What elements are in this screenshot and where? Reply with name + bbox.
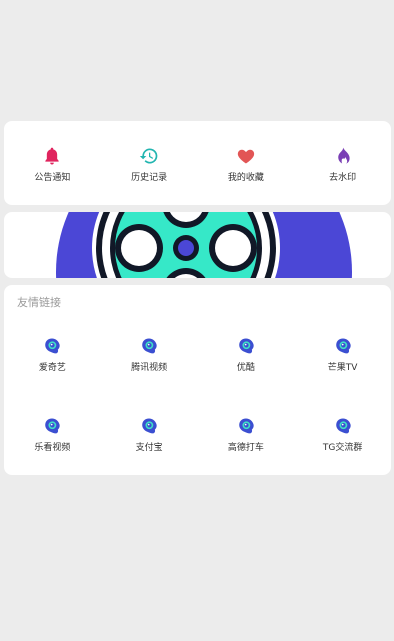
link-tencent-video[interactable]: 腾讯视频 (101, 337, 198, 373)
flame-icon (337, 147, 350, 164)
quick-actions-card: 公告通知 历史记录 我的收藏 去水印 (4, 121, 391, 205)
friend-links-title: 友情链接 (17, 296, 61, 309)
remove-watermark-button[interactable]: 去水印 (294, 121, 391, 205)
link-logo-icon (142, 338, 157, 354)
history-icon (139, 148, 158, 164)
link-label: 芒果TV (327, 363, 358, 373)
bell-icon (45, 147, 60, 165)
link-logo-icon (239, 418, 254, 434)
history-label: 历史记录 (131, 173, 168, 183)
history-button[interactable]: 历史记录 (101, 121, 198, 205)
friend-links-grid: 爱奇艺 腾讯视频 优酷 芒果TV 乐看视频 支付宝 高德打车 TG交流群 (4, 337, 391, 453)
link-amap-taxi[interactable]: 高德打车 (198, 417, 295, 453)
friend-links-card: 友情链接 爱奇艺 腾讯视频 优酷 芒果TV 乐看视频 支付宝 高德打车 TG交流… (4, 285, 391, 475)
link-logo-icon (239, 338, 254, 354)
link-logo-icon (335, 338, 351, 354)
link-logo-icon (45, 338, 61, 354)
link-tg-group[interactable]: TG交流群 (294, 417, 391, 453)
link-label: TG交流群 (322, 443, 363, 453)
film-reel-banner-image (56, 212, 352, 278)
link-label: 乐看视频 (34, 443, 71, 453)
link-iqiyi[interactable]: 爱奇艺 (4, 337, 101, 373)
link-logo-icon (142, 418, 157, 434)
link-label: 优酷 (236, 363, 255, 373)
link-youku[interactable]: 优酷 (198, 337, 295, 373)
link-lekan-video[interactable]: 乐看视频 (4, 417, 101, 453)
notice-button[interactable]: 公告通知 (4, 121, 101, 205)
link-label: 腾讯视频 (131, 363, 168, 373)
link-logo-icon (45, 418, 61, 434)
remove-watermark-label: 去水印 (329, 173, 357, 183)
link-label: 高德打车 (227, 443, 264, 453)
notice-label: 公告通知 (34, 173, 71, 183)
link-label: 支付宝 (135, 443, 163, 453)
favorites-label: 我的收藏 (227, 173, 264, 183)
link-logo-icon (335, 418, 351, 434)
link-alipay[interactable]: 支付宝 (101, 417, 198, 453)
link-label: 爱奇艺 (38, 363, 66, 373)
favorites-button[interactable]: 我的收藏 (198, 121, 295, 205)
heart-icon (237, 149, 255, 164)
link-mango-tv[interactable]: 芒果TV (294, 337, 391, 373)
banner-card[interactable] (4, 212, 391, 278)
